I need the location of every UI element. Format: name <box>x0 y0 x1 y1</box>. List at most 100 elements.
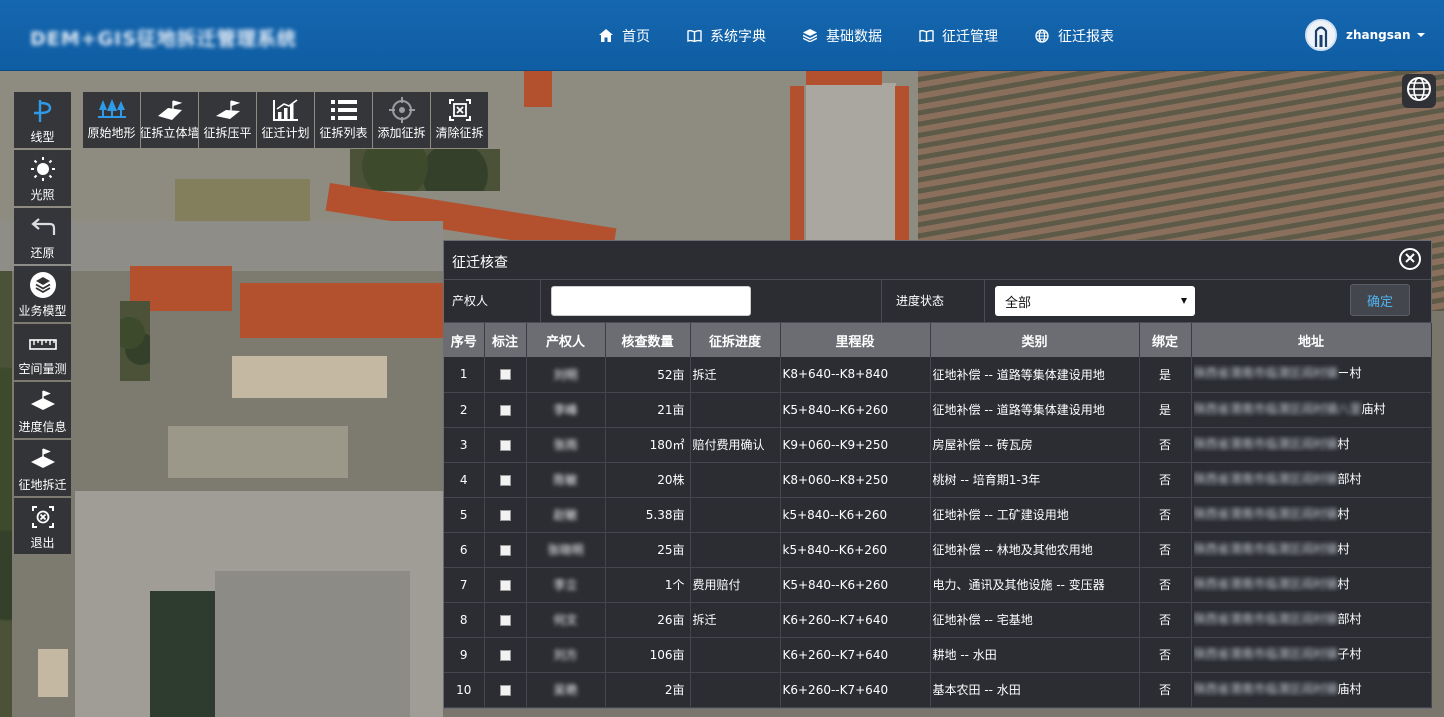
tool-space-measure[interactable]: 空间量测 <box>14 324 71 380</box>
mark-checkbox[interactable] <box>499 404 511 416</box>
tool-add-relocation-label: 添加征拆 <box>377 126 426 140</box>
map-trees <box>120 301 150 381</box>
cell-no: 9 <box>444 637 485 673</box>
mark-checkbox[interactable] <box>499 509 511 521</box>
tool-lighting-label: 光照 <box>30 188 55 202</box>
address-tail: ㄧ村 <box>1337 366 1362 381</box>
book-icon <box>918 28 934 44</box>
table-row[interactable]: 1 刘明 52亩 拆迁 K8+640--K8+840 征地补偿 -- 道路等集体建设用地是… <box>444 357 1432 393</box>
cell-quantity: 20株 <box>605 462 691 498</box>
tool-original-terrain[interactable]: 原始地形 <box>83 92 140 148</box>
mark-checkbox[interactable] <box>499 684 511 696</box>
table-row[interactable]: 4 陈敏 20株 K8+060--K8+250 桃树 -- 培育期1-3年否陕西省渭南市… <box>444 462 1432 498</box>
top-navbar: DEM+GIS征地拆迁管理系统 首页 系统字典 基础数据 征迁管理 征迁报表 z… <box>0 0 1444 71</box>
status-select[interactable]: 全部 <box>995 286 1195 316</box>
cell-mark <box>484 602 527 638</box>
cell-category: 征地补偿 -- 道路等集体建设用地 <box>930 392 1140 428</box>
relocation-table: 序号 标注 产权人 核查数量 征拆进度 里程段 类别 绑定 地址 1 刘明 52亩拆… <box>444 323 1432 708</box>
col-owner[interactable]: 产权人 <box>526 323 606 357</box>
nav-home[interactable]: 首页 <box>598 26 650 46</box>
owner-name: 张雨 <box>553 438 578 452</box>
cell-progress: 费用赔付 <box>690 567 781 603</box>
owner-name: 刘明 <box>553 367 578 382</box>
owner-name: 赵敏 <box>553 508 578 522</box>
tool-relocation-plan-label: 征迁计划 <box>261 126 310 140</box>
tool-business-model[interactable]: 业务模型 <box>14 266 71 322</box>
table-row[interactable]: 10 吴艳 2亩 K6+260--K7+640 基本农田 -- 水田否陕西省渭南市临渭区… <box>444 672 1432 708</box>
tool-land-relocation[interactable]: 征地拆迁 <box>14 440 71 496</box>
mark-checkbox[interactable] <box>499 474 511 486</box>
address-tail: 部村 <box>1337 471 1362 486</box>
table-row[interactable]: 5 赵敏 5.38亩 k5+840--K6+260 征地补偿 -- 工矿建设用地否陕西省… <box>444 497 1432 533</box>
close-button[interactable] <box>1399 248 1421 270</box>
cell-mark <box>484 357 527 393</box>
cell-mark <box>484 392 527 428</box>
cell-no: 8 <box>444 602 485 638</box>
cell-quantity: 1个 <box>605 567 691 603</box>
cell-owner: 张雨 <box>526 427 606 463</box>
col-quantity[interactable]: 核查数量 <box>605 323 691 357</box>
table-row[interactable]: 3 张雨 180㎡ 赔付费用确认 K9+060--K9+250 房屋补偿 -- 砖瓦房否陕… <box>444 427 1432 463</box>
cell-category: 征地补偿 -- 道路等集体建设用地 <box>930 357 1140 393</box>
cell-category: 电力、通讯及其他设施 -- 变压器 <box>930 567 1140 603</box>
col-address[interactable]: 地址 <box>1191 323 1432 357</box>
tool-exit[interactable]: 退出 <box>14 498 71 554</box>
mark-checkbox[interactable] <box>499 369 511 381</box>
cell-category: 房屋补偿 -- 砖瓦房 <box>930 427 1140 463</box>
col-category[interactable]: 类别 <box>930 323 1140 357</box>
tool-restore[interactable]: 还原 <box>14 208 71 264</box>
tool-relocation-flatten[interactable]: 征拆压平 <box>199 92 256 148</box>
tool-relocation-plan[interactable]: 征迁计划 <box>257 92 314 148</box>
cell-quantity: 2亩 <box>605 672 691 708</box>
tool-relocation-wall[interactable]: 征拆立体墙 <box>141 92 198 148</box>
owner-input[interactable] <box>551 286 751 316</box>
globe-button[interactable] <box>1402 74 1436 108</box>
tool-business-model-label: 业务模型 <box>18 304 67 318</box>
divider <box>881 280 882 323</box>
cell-segment: k5+840--K6+260 <box>780 532 931 568</box>
table-body: 1 刘明 52亩 拆迁 K8+640--K8+840 征地补偿 -- 道路等集体建设用地是… <box>444 357 1432 708</box>
nav-dictionary[interactable]: 系统字典 <box>686 26 766 46</box>
col-mark[interactable]: 标注 <box>484 323 527 357</box>
table-row[interactable]: 9 刘方 106亩 K6+260--K7+640 耕地 -- 水田否陕西省渭南市临渭区阎… <box>444 637 1432 673</box>
mark-checkbox[interactable] <box>499 649 511 661</box>
owner-name: 吴艳 <box>553 683 578 697</box>
table-row[interactable]: 7 李立 1个 费用赔付 K5+840--K6+260 电力、通讯及其他设施 -- 变压器… <box>444 567 1432 603</box>
owner-name: 何文 <box>553 613 578 627</box>
cell-address: 陕西省渭南市临渭区阎村镇部村 <box>1191 462 1432 498</box>
mark-checkbox[interactable] <box>499 439 511 451</box>
mark-checkbox[interactable] <box>499 544 511 556</box>
mark-checkbox[interactable] <box>499 614 511 626</box>
cell-no: 10 <box>444 672 485 708</box>
divider <box>540 280 541 323</box>
cell-bound: 否 <box>1139 532 1192 568</box>
table-row[interactable]: 8 何文 26亩 拆迁 K6+260--K7+640 征地补偿 -- 宅基地否陕西省渭南市… <box>444 602 1432 638</box>
cell-quantity: 180㎡ <box>605 427 691 463</box>
cell-category: 耕地 -- 水田 <box>930 637 1140 673</box>
table-row[interactable]: 6 张晓明 25亩 k5+840--K6+260 征地补偿 -- 林地及其他农用地否陕西… <box>444 532 1432 568</box>
nav-basic-data[interactable]: 基础数据 <box>802 26 882 46</box>
map-roof <box>168 426 348 478</box>
cell-mark <box>484 672 527 708</box>
table-row[interactable]: 2 李峰 21亩 K5+840--K6+260 征地补偿 -- 道路等集体建设用地是陕西… <box>444 392 1432 428</box>
cell-mark <box>484 462 527 498</box>
tool-relocation-list[interactable]: 征拆列表 <box>315 92 372 148</box>
col-segment[interactable]: 里程段 <box>780 323 931 357</box>
tool-clear-relocation[interactable]: 清除征拆 <box>431 92 488 148</box>
nav-relocation-report[interactable]: 征迁报表 <box>1034 26 1114 46</box>
tool-line-style[interactable]: 线型 <box>14 92 71 148</box>
nav-relocation-management[interactable]: 征迁管理 <box>918 26 998 46</box>
col-progress[interactable]: 征拆进度 <box>690 323 781 357</box>
col-no[interactable]: 序号 <box>444 323 485 357</box>
tool-progress-info[interactable]: 进度信息 <box>14 382 71 438</box>
tool-add-relocation[interactable]: 添加征拆 <box>373 92 430 148</box>
user-menu[interactable]: zhangsan <box>1305 19 1425 51</box>
col-bound[interactable]: 绑定 <box>1139 323 1192 357</box>
cell-address: 陕西省渭南市临渭区阎村镇村 <box>1191 497 1432 533</box>
tool-lighting[interactable]: 光照 <box>14 150 71 206</box>
layers-icon <box>28 271 58 299</box>
layers-icon <box>802 28 818 44</box>
mark-checkbox[interactable] <box>499 579 511 591</box>
tool-relocation-list-label: 征拆列表 <box>319 126 368 140</box>
confirm-button[interactable]: 确定 <box>1350 284 1410 316</box>
